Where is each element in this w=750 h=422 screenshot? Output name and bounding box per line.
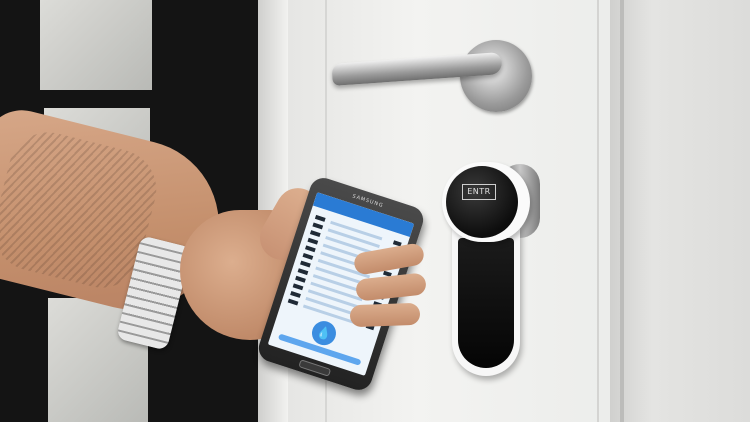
right-wall [610, 0, 750, 422]
finger [349, 302, 421, 328]
smart-lock-panel [458, 238, 514, 368]
smart-lock-face [446, 166, 518, 238]
glass-pane [40, 0, 152, 90]
photo-scene: ENTR SAMSUNG 💧 [0, 0, 750, 422]
lock-logo: ENTR [462, 184, 496, 200]
door-edge [620, 0, 624, 422]
